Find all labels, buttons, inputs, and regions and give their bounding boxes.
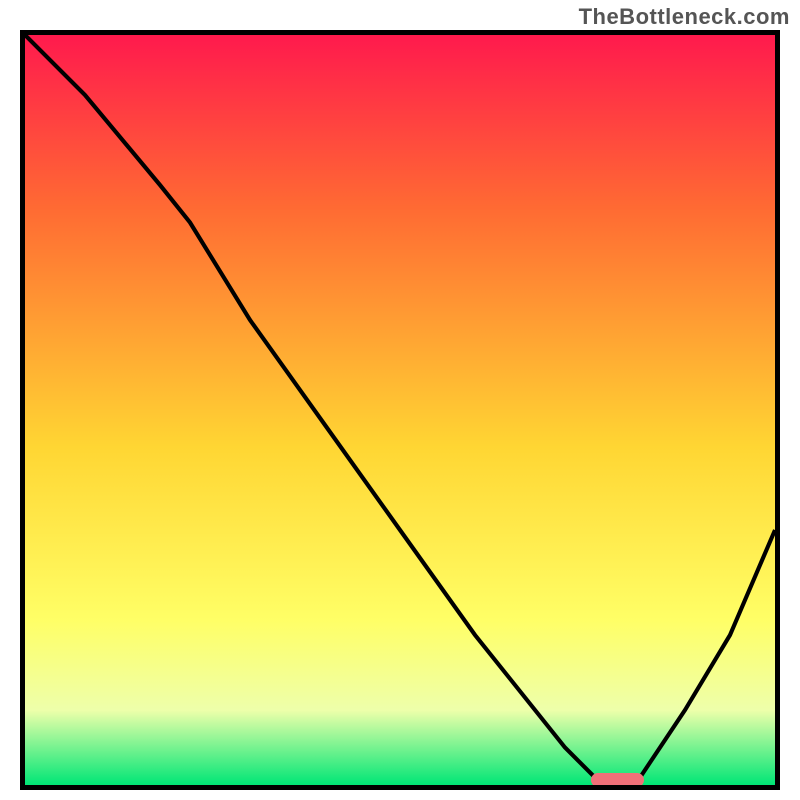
plot-frame <box>20 30 780 790</box>
bottleneck-curve <box>25 35 775 785</box>
curve-layer <box>25 35 775 785</box>
optimum-marker <box>591 773 644 787</box>
plot-area <box>25 35 775 785</box>
watermark-text: TheBottleneck.com <box>579 4 790 30</box>
chart-container: TheBottleneck.com <box>0 0 800 800</box>
